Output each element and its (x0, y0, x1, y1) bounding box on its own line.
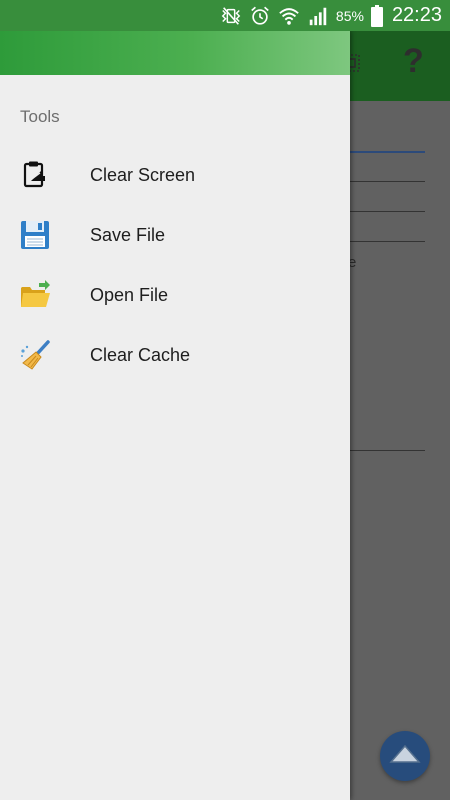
menu-item-label: Open File (90, 284, 169, 305)
mute-vibrate-icon (221, 6, 241, 25)
menu-item-clear-screen[interactable]: Clear Screen (0, 145, 350, 205)
battery-icon (370, 4, 383, 27)
content-divider (350, 151, 425, 153)
status-icons: 85% 22:23 (220, 0, 442, 31)
menu-item-label: Save File (90, 224, 166, 245)
menu-item-save-file[interactable]: Save File (0, 205, 350, 265)
content-divider (350, 211, 425, 212)
clock: 22:23 (391, 4, 442, 26)
menu-item-clear-cache[interactable]: Clear Cache (0, 325, 350, 385)
navigation-drawer: Tools Clear Screen Save File Open File C… (0, 31, 350, 800)
broom-icon (21, 340, 50, 370)
wifi-icon (279, 7, 299, 25)
floppy-disk-icon (21, 221, 49, 249)
chevron-up-icon (389, 744, 421, 763)
content-divider (350, 450, 425, 451)
content-divider (350, 241, 425, 242)
signal-icon (309, 7, 327, 25)
scroll-up-button[interactable] (380, 731, 430, 781)
help-icon[interactable]: ? (403, 44, 424, 78)
alarm-icon (251, 6, 269, 25)
menu-item-label: Clear Screen (90, 164, 196, 185)
screen: 85% 22:23 ? e Tools Clear Screen Save Fi… (0, 0, 450, 800)
drawer-header (0, 31, 350, 75)
section-title-tools: Tools (20, 107, 60, 126)
menu-item-open-file[interactable]: Open File (0, 265, 350, 325)
content-divider (350, 181, 425, 182)
open-folder-icon (21, 280, 50, 307)
status-bar: 85% 22:23 (0, 0, 450, 31)
clear-screen-icon (23, 161, 45, 188)
battery-percent: 85% (335, 7, 364, 24)
menu-item-label: Clear Cache (90, 344, 191, 365)
